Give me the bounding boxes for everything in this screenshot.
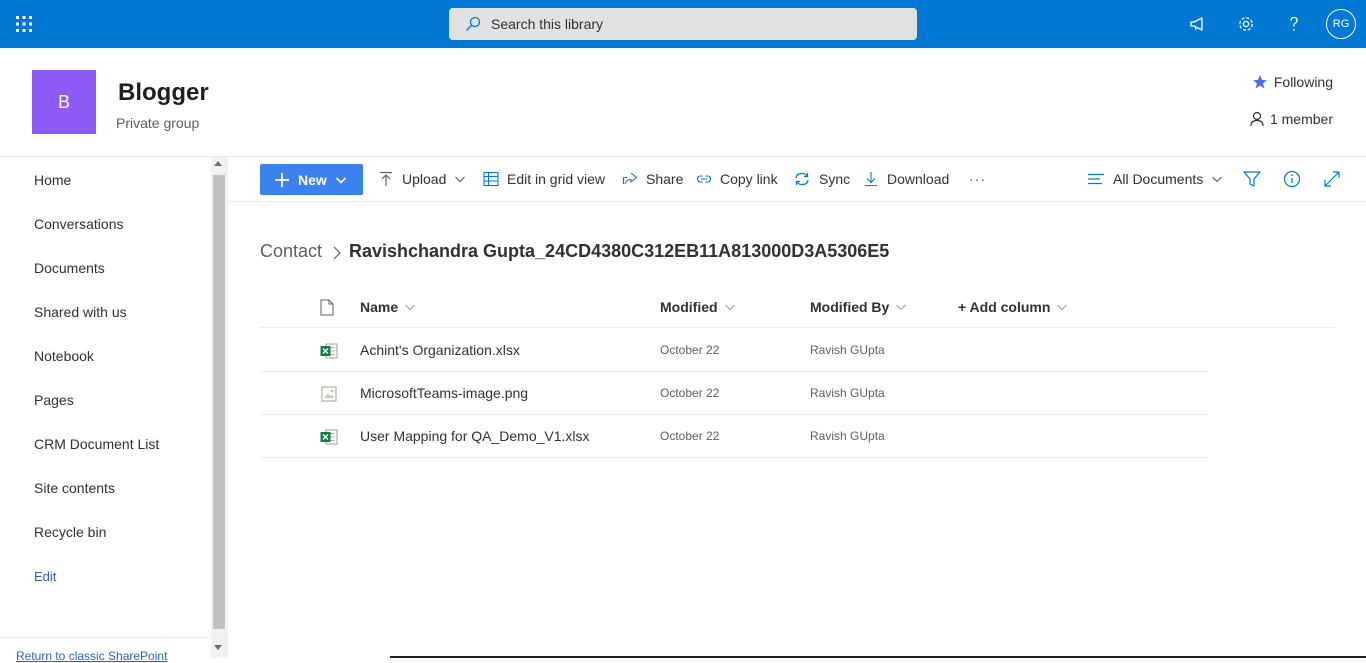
excel-icon (320, 343, 338, 359)
column-header-modified[interactable]: Modified (660, 299, 736, 315)
file-modified-by: Ravish GUpta (810, 343, 885, 357)
link-icon (696, 175, 712, 183)
site-title[interactable]: Blogger (118, 79, 209, 107)
sync-label: Sync (819, 171, 851, 187)
chevron-down-icon (335, 176, 346, 184)
table-row[interactable]: MicrosoftTeams-image.png October 22 Ravi… (260, 372, 1208, 415)
suite-bar: Search this library RG (0, 0, 1366, 48)
column-header-name[interactable]: Name (360, 299, 416, 315)
following-button[interactable]: Following (1252, 74, 1333, 90)
search-input[interactable]: Search this library (491, 16, 603, 32)
sync-button[interactable]: Sync (793, 168, 850, 190)
chevron-down-icon (1057, 304, 1068, 311)
chevron-down-icon (724, 304, 735, 311)
nav-item-pages[interactable]: Pages (34, 392, 74, 408)
nav-item-home[interactable]: Home (34, 172, 71, 188)
chevron-down-icon (405, 304, 416, 311)
plus-icon (275, 172, 289, 187)
search-box[interactable]: Search this library (449, 8, 917, 40)
column-header-modified-by[interactable]: Modified By (810, 299, 907, 315)
scroll-down-arrow-icon[interactable] (214, 645, 222, 650)
upload-label: Upload (402, 171, 447, 187)
gear-icon[interactable] (1234, 12, 1258, 36)
nav-item-recycle-bin[interactable]: Recycle bin (34, 524, 106, 540)
table-row[interactable]: User Mapping for QA_Demo_V1.xlsx October… (260, 415, 1208, 458)
file-name[interactable]: Achint's Organization.xlsx (360, 342, 520, 358)
nav-item-notebook[interactable]: Notebook (34, 348, 94, 364)
view-selector-label: All Documents (1113, 171, 1204, 187)
nav-scrollbar-thumb[interactable] (213, 175, 225, 629)
add-column-label: + Add column (958, 299, 1051, 315)
info-icon[interactable] (1282, 169, 1302, 189)
download-button[interactable]: Download (863, 168, 949, 190)
person-icon (1250, 111, 1264, 127)
nav-item-conversations[interactable]: Conversations (34, 216, 124, 232)
share-label: Share (646, 171, 684, 187)
nav-divider (0, 637, 210, 638)
share-icon (622, 172, 638, 185)
following-label: Following (1273, 74, 1333, 90)
chevron-down-icon (1212, 176, 1223, 183)
file-modified-by: Ravish GUpta (810, 386, 885, 400)
help-icon[interactable] (1282, 12, 1306, 36)
edit-in-grid-view-button[interactable]: Edit in grid view (483, 168, 605, 190)
site-subtitle: Private group (116, 115, 200, 131)
file-name[interactable]: MicrosoftTeams-image.png (360, 385, 528, 401)
new-button[interactable]: New (260, 164, 363, 195)
file-name[interactable]: User Mapping for QA_Demo_V1.xlsx (360, 428, 590, 444)
breadcrumb-root[interactable]: Contact (260, 241, 322, 262)
share-button[interactable]: Share (622, 168, 683, 190)
excel-icon (320, 429, 338, 445)
filter-icon[interactable] (1242, 169, 1262, 189)
site-logo[interactable]: B (32, 70, 96, 134)
view-selector[interactable]: All Documents (1087, 168, 1223, 190)
file-modified: October 22 (660, 386, 720, 400)
nav-item-site-contents[interactable]: Site contents (34, 480, 115, 496)
scroll-up-arrow-icon[interactable] (214, 161, 222, 166)
column-header-modified-by-label: Modified By (810, 299, 890, 315)
left-navigation: Home Conversations Documents Shared with… (0, 157, 228, 663)
chevron-right-icon (333, 246, 341, 260)
table-row[interactable]: Achint's Organization.xlsx October 22 Ra… (260, 329, 1208, 372)
list-view-icon (1088, 173, 1104, 185)
column-header-name-label: Name (360, 299, 399, 315)
download-label: Download (887, 171, 950, 187)
upload-icon (380, 171, 392, 186)
new-button-label: New (298, 171, 327, 188)
copy-link-button[interactable]: Copy link (696, 168, 778, 190)
star-icon (1252, 75, 1267, 89)
add-column-button[interactable]: + Add column (958, 299, 1068, 315)
download-icon (865, 172, 877, 187)
command-bar: New Upload Edit in grid view Share Copy … (228, 157, 1366, 202)
app-launcher-icon[interactable] (12, 12, 36, 36)
file-modified-by: Ravish GUpta (810, 429, 885, 443)
image-icon (321, 386, 337, 402)
members-label: 1 member (1269, 111, 1333, 127)
list-header: Name Modified Modified By + Add column (260, 288, 1334, 328)
column-header-modified-label: Modified (660, 299, 718, 315)
return-to-classic-link[interactable]: Return to classic SharePoint (16, 649, 167, 663)
file-modified: October 22 (660, 343, 720, 357)
upload-button[interactable]: Upload (378, 168, 466, 190)
nav-item-shared-with-us[interactable]: Shared with us (34, 304, 127, 320)
more-actions-button[interactable]: ··· (969, 168, 986, 190)
avatar[interactable]: RG (1326, 9, 1356, 39)
edit-in-grid-view-label: Edit in grid view (507, 171, 606, 187)
breadcrumb-current: Ravishchandra Gupta_24CD4380C312EB11A813… (349, 241, 890, 261)
megaphone-icon[interactable] (1186, 12, 1210, 36)
nav-edit-link[interactable]: Edit (34, 569, 56, 584)
sync-icon (795, 172, 809, 186)
search-icon (466, 16, 481, 31)
chevron-down-icon (896, 304, 907, 311)
nav-item-documents[interactable]: Documents (34, 260, 105, 276)
file-type-icon[interactable] (320, 299, 334, 316)
nav-item-crm-document-list[interactable]: CRM Document List (34, 436, 159, 452)
file-modified: October 22 (660, 429, 720, 443)
members-button[interactable]: 1 member (1250, 111, 1333, 127)
chevron-down-icon (455, 176, 466, 183)
copy-link-label: Copy link (720, 171, 778, 187)
expand-icon[interactable] (1322, 169, 1342, 189)
grid-icon (483, 171, 499, 187)
